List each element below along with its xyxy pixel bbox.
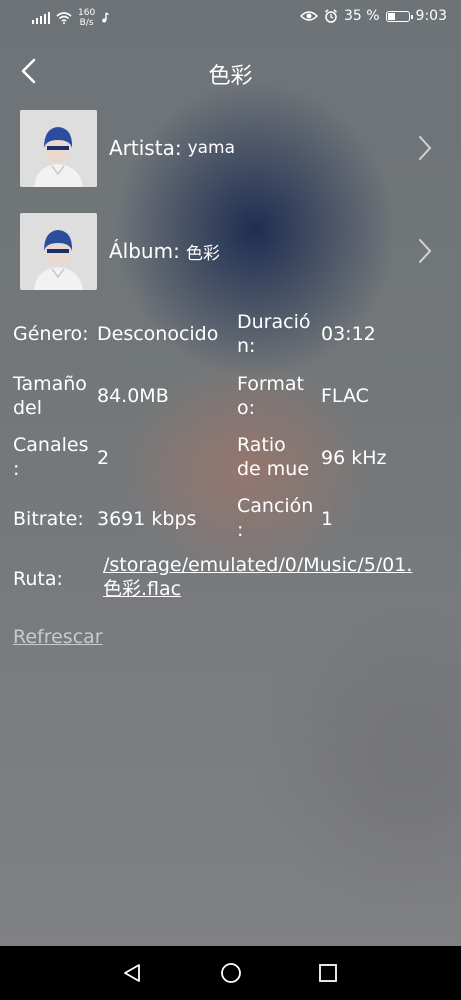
format-value: FLAC: [321, 385, 369, 407]
samplerate-label: Ratio de mue: [237, 434, 310, 480]
track-value: 1: [321, 508, 334, 530]
format-label: Format o:: [237, 373, 304, 419]
chevron-right-icon: [419, 239, 432, 263]
page-title: 色彩: [208, 64, 253, 89]
nav-home-icon[interactable]: [219, 961, 243, 985]
music-note-icon: [102, 12, 110, 23]
album-label: Álbum:: [109, 239, 180, 263]
genre-value: Desconocido: [97, 323, 219, 345]
duration-label: Duració n:: [237, 311, 311, 357]
album-name: 色彩: [185, 243, 220, 264]
size-label: Tamaño del: [13, 373, 87, 419]
chevron-right-icon: [419, 136, 432, 160]
artist-label: Artista:: [109, 136, 182, 160]
artist-name: yama: [187, 138, 236, 158]
nav-back-icon[interactable]: [120, 961, 144, 985]
refresh-link[interactable]: Refrescar: [13, 626, 103, 648]
size-value: 84.0MB: [97, 385, 169, 407]
track-label: Canción :: [237, 495, 314, 541]
album-row[interactable]: Álbum: 色彩: [20, 211, 441, 291]
header: 色彩: [0, 48, 461, 96]
album-thumbnail: [20, 212, 97, 290]
channels-label: Canales :: [13, 434, 89, 480]
clock: 9:03: [415, 8, 447, 24]
duration-value: 03:12: [321, 323, 376, 345]
eye-icon: [299, 11, 318, 21]
network-speed: 160 B/s: [78, 8, 96, 28]
wifi-icon: [56, 12, 72, 24]
alarm-icon: [325, 9, 337, 23]
nav-recents-icon[interactable]: [316, 961, 340, 985]
path-label: Ruta:: [13, 568, 63, 590]
bitrate-value: 3691 kbps: [97, 508, 197, 530]
artist-row[interactable]: Artista: yama: [20, 108, 441, 188]
battery-icon: [385, 10, 413, 22]
battery-percent: 35 %: [343, 8, 380, 24]
bitrate-label: Bitrate:: [13, 508, 84, 530]
path-link[interactable]: /storage/emulated/0/Music/5/01. 色彩.flac: [103, 553, 412, 601]
signal-icon: [32, 12, 50, 24]
system-nav-bar: [0, 946, 461, 1000]
channels-value: 2: [97, 447, 110, 469]
samplerate-value: 96 kHz: [321, 447, 387, 469]
artist-thumbnail: [20, 109, 97, 187]
status-bar: 160 B/s 35 % 9:03: [0, 0, 461, 34]
genre-label: Género:: [13, 323, 89, 345]
